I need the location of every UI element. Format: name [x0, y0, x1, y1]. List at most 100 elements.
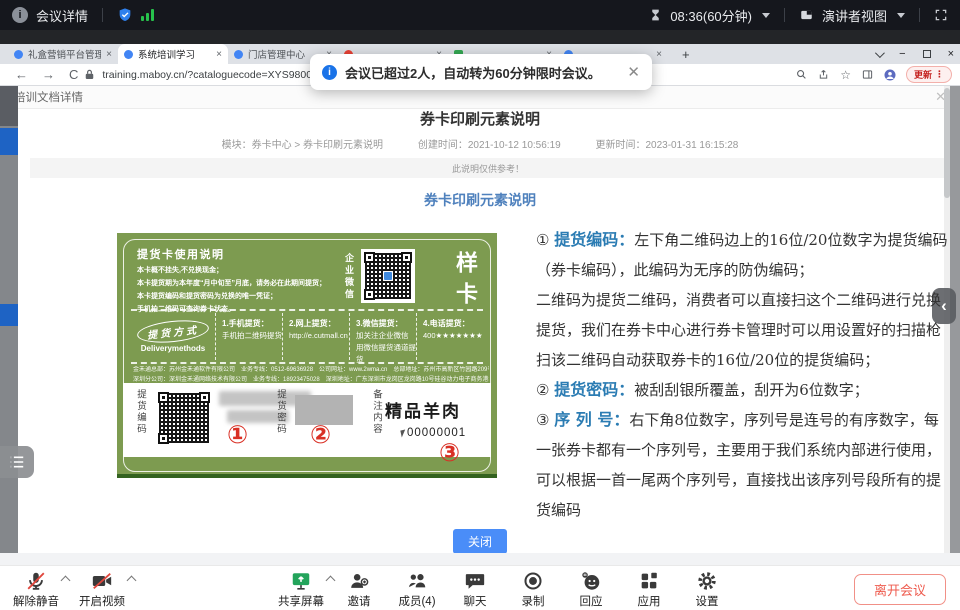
chat-bubble-icon — [464, 569, 486, 592]
pickup-code-label: 提货编码 — [133, 389, 147, 435]
method-detail: 400★★★★★★★ — [423, 330, 483, 342]
meeting-top-bar: i 会议详情 08:36(60分钟) 演讲者视图 — [0, 0, 960, 30]
tab-close-icon[interactable]: × — [216, 49, 222, 60]
chat-button[interactable]: 聊天 — [451, 569, 499, 609]
share-screen-label: 共享屏幕 — [278, 593, 324, 609]
window-maximize-icon[interactable] — [923, 50, 931, 58]
timer-dropdown-icon[interactable] — [762, 13, 770, 18]
side-panel-icon[interactable] — [862, 69, 873, 80]
scrollbar-thumb[interactable] — [944, 88, 950, 198]
delivery-stamp-en: Deliverymethods — [141, 344, 205, 353]
new-tab-button[interactable]: + — [682, 47, 690, 62]
tab-search-icon[interactable] — [875, 48, 885, 58]
back-icon[interactable]: ← — [15, 67, 28, 82]
meeting-timer: 08:36(60分钟) — [670, 6, 752, 25]
url-text[interactable]: training.maboy.cn/?cataloguecode=XYS9800… — [102, 69, 345, 81]
apps-label: 应用 — [638, 593, 661, 609]
unmute-button[interactable]: 解除静音 — [12, 569, 60, 609]
bookmark-star-icon[interactable]: ☆ — [840, 68, 851, 82]
dashed-divider — [131, 362, 483, 364]
share-icon[interactable] — [818, 69, 829, 80]
delivery-method-1: 1.手机提货： 手机拍二维码提货 — [215, 313, 282, 360]
delivery-stamp-box: 提货方式 Deliverymethods — [131, 313, 215, 360]
toast-close-icon[interactable]: ✕ — [627, 63, 640, 81]
fullscreen-icon[interactable] — [934, 8, 948, 22]
members-button[interactable]: 成员(4) — [393, 569, 441, 609]
tab-close-icon[interactable]: × — [656, 49, 662, 60]
reactions-button[interactable]: 回应 — [567, 569, 615, 609]
settings-gear-icon — [696, 569, 718, 592]
close-document-button[interactable]: 关闭 — [453, 529, 507, 554]
cursor-pointer-icon — [400, 429, 406, 437]
unmute-label: 解除静音 — [13, 593, 59, 609]
browser-frame-top — [0, 30, 960, 44]
card-usage-title: 提货卡使用说明 — [137, 246, 355, 262]
meeting-window: i 会议详情 08:36(60分钟) 演讲者视图 — [0, 0, 960, 610]
sample-card-label: 样卡 — [449, 251, 481, 313]
meeting-details-label[interactable]: 会议详情 — [36, 6, 88, 25]
security-shield-icon[interactable] — [117, 7, 133, 23]
window-minimize-icon[interactable]: − — [899, 48, 905, 60]
share-options-caret[interactable] — [326, 576, 336, 586]
tab-favicon — [234, 50, 243, 59]
serial-value: 00000001 — [407, 427, 466, 439]
meta-updated: 更新时间：2023-01-31 16:15:28 — [595, 140, 738, 151]
serial-number: 00000001 — [401, 427, 466, 439]
explanation-text: ① 提货编码：左下角二维码边上的16位/20位数字为提货编码（券卡编码），此编码… — [536, 225, 948, 525]
delivery-method-2: 2.网上提货： http://e.cutmall.cn — [282, 313, 349, 360]
item-body: 二维码为提货二维码，消费者可以直接扫这个二维码进行兑换提货，我们在券卡中心进行券… — [536, 291, 941, 369]
background-sidebar — [0, 86, 18, 553]
badge-3: ③ — [439, 441, 460, 466]
item-number: ② — [536, 381, 549, 399]
profile-avatar-icon[interactable] — [884, 69, 896, 81]
meeting-toolbar: 解除静音 开启视频 共享屏幕 邀请 — [0, 565, 960, 610]
settings-button[interactable]: 设置 — [683, 569, 731, 609]
paragraph-1: ① 提货编码：左下角二维码边上的16位/20位数字为提货编码（券卡编码），此编码… — [536, 225, 948, 285]
meta-created: 创建时间：2021-10-12 10:56:19 — [418, 140, 561, 151]
forward-icon[interactable]: → — [42, 67, 55, 82]
apps-button[interactable]: 应用 — [625, 569, 673, 609]
browser-tab-1[interactable]: 礼盒营销平台管理中心 × — [8, 44, 118, 64]
desktop-gap — [0, 553, 960, 565]
tab-label: 礼盒营销平台管理中心 — [28, 47, 101, 61]
tab-close-icon[interactable]: × — [106, 49, 112, 60]
wechat-vertical-label: 企业微信 — [343, 253, 356, 301]
delivery-method-3: 3.微信提货： 加关注企业微信 用微信提货通道提货 — [349, 313, 416, 360]
microphone-muted-icon — [25, 569, 47, 592]
start-video-button[interactable]: 开启视频 — [78, 569, 126, 609]
method-title: 2.网上提货： — [289, 318, 349, 330]
divider — [919, 8, 920, 22]
badge-2: ② — [310, 423, 331, 448]
settings-label: 设置 — [696, 593, 719, 609]
delivery-methods-row: 提货方式 Deliverymethods 1.手机提货： 手机拍二维码提货 2.… — [131, 313, 483, 360]
toast-message: 会议已超过2人，自动转为60分钟限时会议。 — [345, 63, 601, 82]
mic-options-caret[interactable] — [61, 576, 71, 586]
browser-tab-2-active[interactable]: 系统培训学习 × — [118, 44, 228, 64]
reload-icon[interactable]: C — [69, 67, 78, 82]
catalog-toggle-button[interactable] — [0, 446, 34, 478]
meeting-info-icon[interactable]: i — [12, 7, 28, 23]
record-button[interactable]: 录制 — [509, 569, 557, 609]
view-mode-label[interactable]: 演讲者视图 — [822, 6, 887, 25]
pickup-qr-code — [155, 389, 213, 447]
item-body: 被刮刮银所覆盖，刮开为6位数字； — [634, 381, 869, 399]
paragraph-3: ② 提货密码：被刮刮银所覆盖，刮开为6位数字； — [536, 375, 948, 405]
browser-update-button[interactable]: 更新 ⋮ — [906, 66, 952, 83]
zoom-icon[interactable] — [796, 69, 807, 80]
view-dropdown-icon[interactable] — [897, 13, 905, 18]
card-usage-line: 本卡提货期为本年度“月中旬至”月底，请务必在此期间提货； — [137, 278, 355, 291]
invite-button[interactable]: 邀请 — [335, 569, 383, 609]
info-icon: i — [322, 65, 337, 80]
video-options-caret[interactable] — [127, 576, 137, 586]
method-detail: http://e.cutmall.cn — [289, 330, 349, 342]
apps-grid-icon — [638, 569, 660, 592]
invite-label: 邀请 — [348, 593, 371, 609]
window-close-icon[interactable]: × — [948, 48, 954, 60]
paragraph-4: ③ 序 列 号：右下角8位数字，序列号是连号的有序数字，每一张券卡都有一个序列号… — [536, 405, 948, 525]
kebab-menu-icon: ⋮ — [935, 69, 944, 80]
leave-meeting-button[interactable]: 离开会议 — [854, 574, 946, 605]
method-detail: 手机拍二维码提货 — [222, 330, 282, 342]
share-screen-button[interactable]: 共享屏幕 — [277, 569, 325, 609]
company-line-1: 金禾通总部：苏州金禾通软件有限公司 业务专线：0512-69636928 公司网… — [133, 366, 489, 376]
record-label: 录制 — [522, 593, 545, 609]
